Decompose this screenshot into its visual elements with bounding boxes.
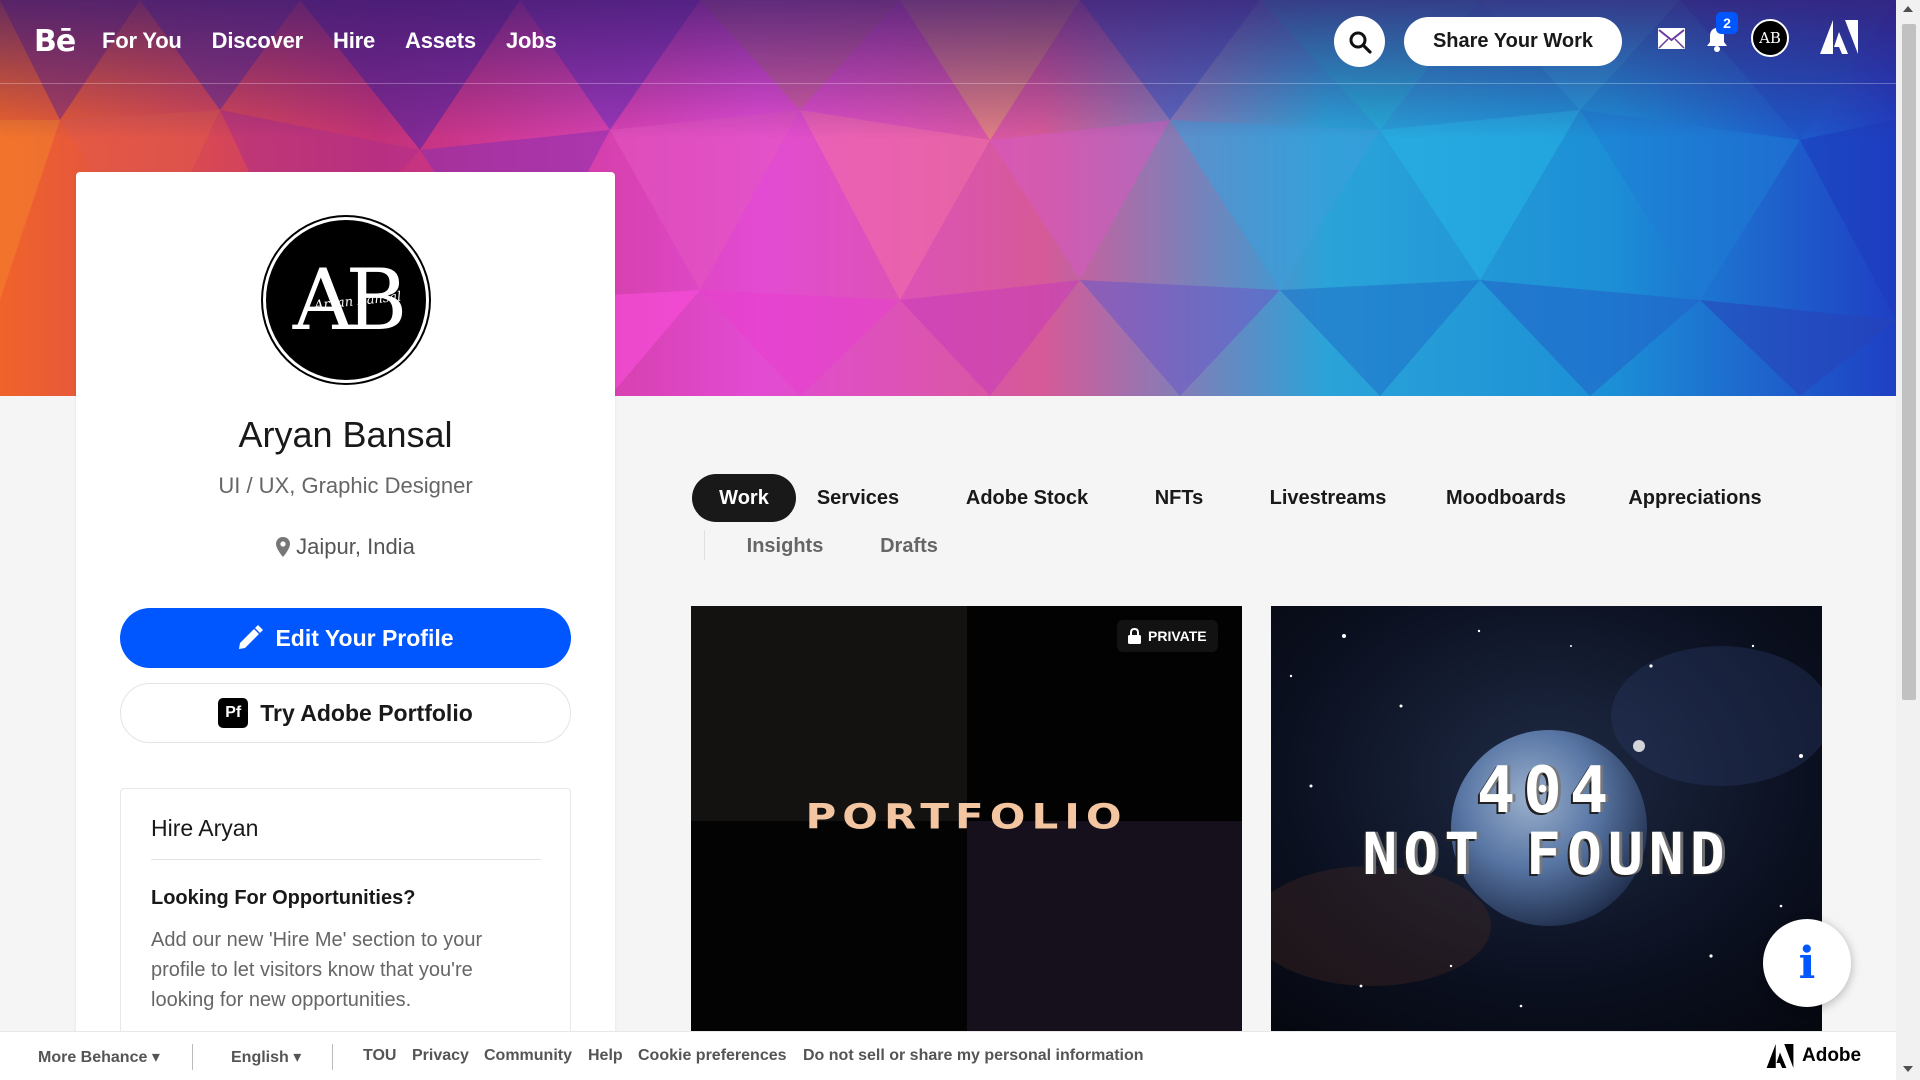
tab-adobe-stock[interactable]: Adobe Stock [962,474,1092,522]
adobe-portfolio-icon: Pf [218,698,249,728]
private-badge: PRIVATE [1117,620,1218,652]
search-icon [1349,31,1372,54]
edit-profile-label: Edit Your Profile [275,624,454,651]
404-cover-text: NOT FOUND [1362,820,1731,888]
profile-role: UI / UX, Graphic Designer [218,473,473,498]
location-pin-icon [276,537,291,557]
share-your-work-button[interactable]: Share Your Work [1404,17,1622,66]
try-adobe-portfolio-button[interactable]: Pf Try Adobe Portfolio [120,683,571,743]
more-behance-dropdown[interactable]: More Behance ▾ [38,1047,160,1067]
pencil-icon [239,625,264,649]
hire-title: Hire Aryan [151,815,259,841]
user-avatar-menu[interactable]: AB [1751,19,1789,57]
search-button[interactable] [1334,16,1385,67]
location-text: Jaipur, India [296,534,415,559]
notification-count-badge: 2 [1716,12,1738,34]
more-behance-label: More Behance [38,1049,148,1066]
scroll-thumb[interactable] [1902,24,1916,700]
nav-link-assets[interactable]: Assets [405,28,476,54]
mail-icon[interactable] [1658,28,1685,49]
hire-subtitle: Looking For Opportunities? [151,887,416,909]
nav-link-for-you[interactable]: For You [102,28,182,54]
edit-profile-button[interactable]: Edit Your Profile [120,608,571,668]
footer-link-privacy[interactable]: Privacy [412,1047,469,1065]
project-card-portfolio[interactable]: PRIVATE PORTFOLIO [691,606,1242,1036]
nav-link-discover[interactable]: Discover [212,28,304,54]
profile-card: AB Aryan Bansal Aryan Bansal UI / UX, Gr… [76,172,615,1080]
footer-link-tou[interactable]: TOU [363,1047,396,1065]
tab-nfts[interactable]: NFTs [1144,474,1214,522]
lock-icon [1128,628,1141,644]
footer-link-community[interactable]: Community [484,1047,572,1065]
tab-appreciations[interactable]: Appreciations [1622,474,1768,522]
language-dropdown[interactable]: English ▾ [231,1047,301,1067]
profile-avatar[interactable]: AB Aryan Bansal [263,217,429,383]
adobe-label: Adobe [1802,1045,1862,1066]
footer-divider [332,1044,333,1070]
tab-work[interactable]: Work [692,474,796,522]
project-card-404-not-found[interactable]: 404 NOT FOUND [1271,606,1822,1036]
language-label: English [231,1049,289,1066]
adobe-logo-icon[interactable] [1820,20,1858,54]
footer-divider [192,1044,193,1070]
footer-link-help[interactable]: Help [588,1047,623,1065]
scroll-up-arrow[interactable] [1903,6,1913,12]
tab-separator [704,530,705,560]
chevron-down-icon: ▾ [151,1049,160,1066]
scroll-down-arrow[interactable] [1903,1066,1913,1072]
portfolio-cover-title: PORTFOLIO [805,796,1128,837]
info-button[interactable]: i [1763,919,1851,1007]
chevron-down-icon: ▾ [293,1049,302,1066]
hire-divider [151,859,541,860]
profile-name: Aryan Bansal [238,414,453,455]
tab-moodboards[interactable]: Moodboards [1442,474,1570,522]
404-cover-number: 404 [1476,754,1617,828]
profile-location: Jaipur, India [76,534,615,560]
try-adobe-portfolio-label: Try Adobe Portfolio [260,699,473,726]
behance-logo[interactable]: Bē [34,24,76,59]
top-navigation: Bē For You Discover Hire Assets Jobs Sha… [0,0,1896,84]
footer-link-do-not-sell[interactable]: Do not sell or share my personal informa… [803,1047,1144,1065]
adobe-logo-icon [1766,1044,1794,1068]
footer-adobe-link[interactable]: Adobe [1766,1044,1861,1068]
nav-link-hire[interactable]: Hire [333,28,375,54]
footer: More Behance ▾ English ▾ TOU Privacy Com… [0,1031,1896,1080]
nav-links: For You Discover Hire Assets Jobs [102,28,557,54]
hire-description: Add our new 'Hire Me' section to your pr… [151,929,483,1011]
tab-insights[interactable]: Insights [740,522,830,570]
tab-drafts[interactable]: Drafts [872,522,946,570]
tab-services[interactable]: Services [806,474,910,522]
footer-link-cookie-preferences[interactable]: Cookie preferences [638,1047,787,1065]
nav-link-jobs[interactable]: Jobs [506,28,557,54]
page-scrollbar[interactable] [1896,0,1920,1080]
tab-livestreams[interactable]: Livestreams [1266,474,1390,522]
private-badge-label: PRIVATE [1148,628,1207,644]
